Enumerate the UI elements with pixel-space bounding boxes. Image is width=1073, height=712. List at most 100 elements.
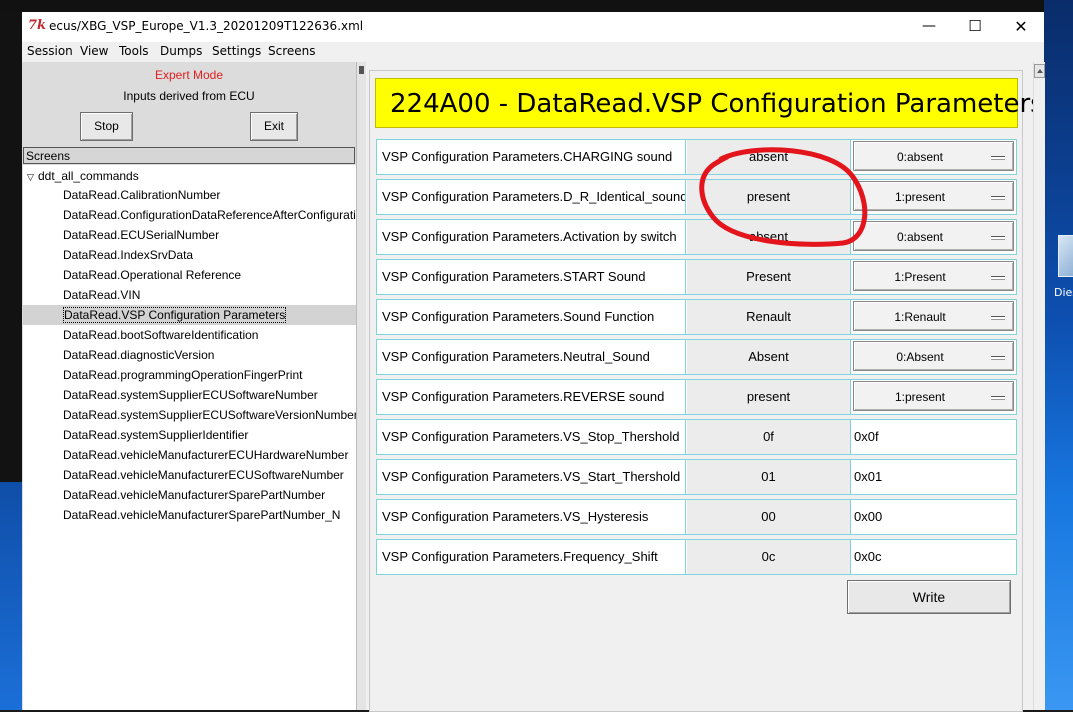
tree-item[interactable]: DataRead.diagnosticVersion [63,345,214,365]
param-row: VSP Configuration Parameters.VS_Stop_The… [376,419,1017,455]
param-select-value: 0:absent [896,230,944,244]
scroll-up-arrow-icon[interactable] [1034,64,1045,78]
param-label: VSP Configuration Parameters.VS_Hysteres… [377,500,686,534]
tree-item-label: DataRead.VSP Configuration Parameters [63,307,287,323]
tree-item[interactable]: DataRead.vehicleManufacturerECUHardwareN… [63,445,348,465]
option-menu-indicator-icon [991,316,1005,320]
tree-item-label: DataRead.systemSupplierIdentifier [63,428,249,442]
tree-item[interactable]: DataRead.ECUSerialNumber [63,225,219,245]
param-label: VSP Configuration Parameters.Neutral_Sou… [377,340,686,374]
param-label: VSP Configuration Parameters.VS_Stop_The… [377,420,686,454]
param-label: VSP Configuration Parameters.START Sound [377,260,686,294]
chevron-down-icon[interactable]: ▽ [27,172,38,183]
page-title: 224A00 - DataRead.VSP Configuration Para… [375,78,1044,128]
param-hex-input[interactable]: 0x00 [852,500,1016,534]
param-select-value: 0:absent [896,150,944,164]
tree-item-label: DataRead.systemSupplierECUSoftwareVersio… [63,408,356,422]
close-icon: ✕ [1014,17,1028,36]
tree-item[interactable]: DataRead.CalibrationNumber [63,185,220,205]
param-hex-input[interactable]: 0x01 [852,460,1016,494]
param-current-value: absent [687,220,851,254]
param-select[interactable]: 0:Absent [853,341,1014,371]
expert-mode-label: Expert Mode [154,68,224,82]
write-button[interactable]: Write [847,580,1011,614]
desktop-left-strip [0,12,22,710]
tree-item-label: DataRead.IndexSrvData [63,248,194,262]
close-button[interactable]: ✕ [998,12,1044,42]
option-menu-indicator-icon [991,276,1005,280]
tree-item[interactable]: DataRead.vehicleManufacturerSparePartNum… [63,485,325,505]
tree-item-label: DataRead.vehicleManufacturerSparePartNum… [63,508,341,522]
tree-item-label: DataRead.Operational Reference [63,268,242,282]
param-row: VSP Configuration Parameters.D_R_Identic… [376,179,1017,215]
tree-item[interactable]: DataRead.systemSupplierECUSoftwareNumber [63,385,318,405]
tree-item-selected[interactable]: DataRead.VSP Configuration Parameters [63,305,287,325]
param-select[interactable]: 1:Present [853,261,1014,291]
desktop-file-icon[interactable] [1058,235,1073,277]
desktop-wallpaper [0,482,22,710]
tree-item[interactable]: DataRead.vehicleManufacturerSparePartNum… [63,505,340,525]
param-row: VSP Configuration Parameters.Frequency_S… [376,539,1017,575]
tree-header[interactable]: Screens [23,147,355,164]
screen-canvas: 224A00 - DataRead.VSP Configuration Para… [369,70,1044,712]
param-select[interactable]: 1:present [853,381,1014,411]
title-bar[interactable]: 7k ecus/XBG_VSP_Europe_V1.3_20201209T122… [22,12,1044,42]
screens-tree[interactable]: ▽ ddt_all_commands DataRead.CalibrationNu… [23,165,356,710]
param-select[interactable]: 0:absent [853,221,1014,251]
param-select[interactable]: 1:present [853,181,1014,211]
tree-item[interactable]: DataRead.IndexSrvData [63,245,193,265]
option-menu-indicator-icon [991,356,1005,360]
tree-item[interactable]: DataRead.bootSoftwareIdentification [63,325,258,345]
param-row: VSP Configuration Parameters.Neutral_Sou… [376,339,1017,375]
param-row: VSP Configuration Parameters.VS_Hysteres… [376,499,1017,535]
exit-button[interactable]: Exit [250,112,298,141]
tree-item[interactable]: DataRead.programmingOperationFingerPrint [63,365,302,385]
tree-item[interactable]: DataRead.systemSupplierECUSoftwareVersio… [63,405,356,425]
param-hex-input[interactable]: 0x0f [852,420,1016,454]
param-current-value: 0f [687,420,851,454]
param-current-value: absent [687,140,851,174]
tree-root[interactable]: ▽ ddt_all_commands [27,169,139,183]
tree-item[interactable]: DataRead.systemSupplierIdentifier [63,425,248,445]
desktop-top-strip [0,0,1073,12]
desktop-icon-label[interactable]: Dies [1054,286,1073,299]
tree-item-label: DataRead.VIN [63,288,141,302]
menu-screens[interactable]: Screens [268,44,316,58]
menu-tools[interactable]: Tools [119,44,149,58]
tree-item[interactable]: DataRead.vehicleManufacturerECUSoftwareN… [63,465,344,485]
option-menu-indicator-icon [991,196,1005,200]
maximize-button[interactable]: ☐ [952,12,998,42]
param-select-value: 1:present [894,390,946,404]
menu-settings[interactable]: Settings [212,44,261,58]
desktop-wallpaper-right [1044,0,1073,710]
tree-item-label: DataRead.CalibrationNumber [63,188,221,202]
tree-item[interactable]: DataRead.ConfigurationDataReferenceAfter… [63,205,356,225]
param-select[interactable]: 0:absent [853,141,1014,171]
param-row: VSP Configuration Parameters.Activation … [376,219,1017,255]
param-current-value: Present [687,260,851,294]
splitter-grip-icon[interactable] [359,66,364,74]
param-row: VSP Configuration Parameters.REVERSE sou… [376,379,1017,415]
minimize-button[interactable]: — [906,12,952,42]
menu-view[interactable]: View [80,44,108,58]
tk-feather-icon: 7k [28,18,47,33]
menu-dumps[interactable]: Dumps [160,44,202,58]
param-select[interactable]: 1:Renault [853,301,1014,331]
menu-session[interactable]: Session [27,44,73,58]
param-row: VSP Configuration Parameters.CHARGING so… [376,139,1017,175]
param-label: VSP Configuration Parameters.Activation … [377,220,686,254]
tree-item-label: DataRead.programmingOperationFingerPrint [63,368,303,382]
vertical-scrollbar[interactable] [1033,62,1045,710]
tree-item-label: DataRead.ECUSerialNumber [63,228,220,242]
tree-item-label: DataRead.diagnosticVersion [63,348,215,362]
stop-button[interactable]: Stop [80,112,133,141]
option-menu-indicator-icon [991,396,1005,400]
param-row: VSP Configuration Parameters.Sound Funct… [376,299,1017,335]
param-row: VSP Configuration Parameters.START Sound… [376,259,1017,295]
tree-item[interactable]: DataRead.VIN [63,285,140,305]
tree-item[interactable]: DataRead.Operational Reference [63,265,241,285]
tree-item-label: DataRead.vehicleManufacturerSparePartNum… [63,488,326,502]
param-current-value: present [687,180,851,214]
param-hex-input[interactable]: 0x0c [852,540,1016,574]
param-label: VSP Configuration Parameters.Frequency_S… [377,540,686,574]
